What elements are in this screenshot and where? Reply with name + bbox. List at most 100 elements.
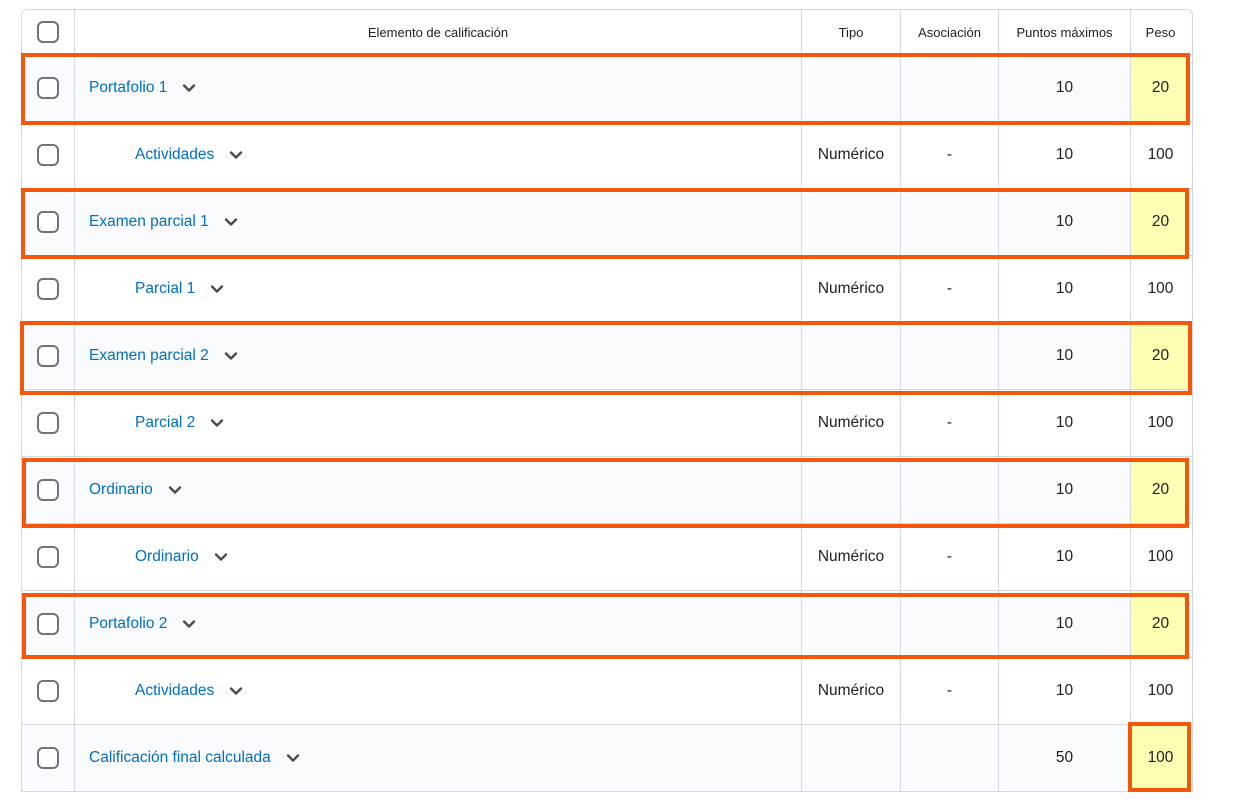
puntos-cell: 10 — [999, 457, 1131, 523]
peso-cell: 100 — [1131, 658, 1190, 724]
table-row: Parcial 2 Numérico - 10 100 — [22, 390, 1192, 457]
peso-value: 100 — [1147, 414, 1174, 431]
chevron-down-icon[interactable] — [181, 80, 197, 96]
grade-item-link[interactable]: Examen parcial 1 — [89, 213, 209, 231]
peso-value: 20 — [1151, 213, 1170, 230]
peso-cell: 100 — [1131, 390, 1190, 456]
grade-item-link[interactable]: Actividades — [135, 146, 214, 164]
asociacion-cell: - — [901, 390, 999, 456]
chevron-down-icon[interactable] — [213, 549, 229, 565]
name-cell: Actividades — [75, 658, 802, 724]
tipo-cell: Numérico — [802, 658, 901, 724]
row-checkbox[interactable] — [37, 77, 59, 99]
puntos-value: 10 — [1055, 615, 1074, 632]
peso-cell: 20 — [1131, 55, 1190, 121]
header-tipo[interactable]: Tipo — [802, 10, 901, 54]
grade-item-link[interactable]: Portafolio 1 — [89, 79, 167, 97]
asociacion-cell — [901, 591, 999, 657]
row-select-cell — [22, 390, 75, 456]
name-cell: Actividades — [75, 122, 802, 188]
peso-value: 20 — [1151, 347, 1170, 364]
puntos-value: 50 — [1055, 749, 1074, 766]
chevron-down-icon[interactable] — [228, 683, 244, 699]
peso-value: 100 — [1147, 749, 1174, 766]
chevron-down-icon[interactable] — [209, 415, 225, 431]
peso-cell: 100 — [1131, 256, 1190, 322]
asociacion-cell — [901, 189, 999, 255]
row-checkbox[interactable] — [37, 747, 59, 769]
row-checkbox[interactable] — [37, 144, 59, 166]
grade-item-link[interactable]: Examen parcial 2 — [89, 347, 209, 365]
peso-value: 20 — [1151, 615, 1170, 632]
puntos-cell: 10 — [999, 323, 1131, 389]
chevron-down-icon[interactable] — [228, 147, 244, 163]
puntos-cell: 10 — [999, 591, 1131, 657]
chevron-down-icon[interactable] — [285, 750, 301, 766]
asociacion-cell — [901, 323, 999, 389]
asociacion-cell — [901, 725, 999, 791]
puntos-cell: 10 — [999, 524, 1131, 590]
row-checkbox[interactable] — [37, 345, 59, 367]
grade-item-link[interactable]: Portafolio 2 — [89, 615, 167, 633]
grade-item-link[interactable]: Ordinario — [135, 548, 199, 566]
tipo-cell — [802, 725, 901, 791]
table-row: Parcial 1 Numérico - 10 100 — [22, 256, 1192, 323]
peso-cell: 20 — [1131, 591, 1190, 657]
puntos-value: 10 — [1055, 548, 1074, 565]
row-checkbox[interactable] — [37, 680, 59, 702]
row-checkbox[interactable] — [37, 546, 59, 568]
chevron-down-icon[interactable] — [181, 616, 197, 632]
asociacion-value: - — [946, 682, 953, 699]
grade-item-link[interactable]: Calificación final calculada — [89, 749, 271, 767]
tipo-cell — [802, 457, 901, 523]
table-row: Portafolio 2 10 20 — [22, 591, 1192, 658]
tipo-cell: Numérico — [802, 256, 901, 322]
header-elemento[interactable]: Elemento de calificación — [75, 10, 802, 54]
grade-item-link[interactable]: Parcial 1 — [135, 280, 195, 298]
name-cell: Calificación final calculada — [75, 725, 802, 791]
grade-item-link[interactable]: Actividades — [135, 682, 214, 700]
row-select-cell — [22, 658, 75, 724]
peso-value: 20 — [1151, 79, 1170, 96]
puntos-value: 10 — [1055, 347, 1074, 364]
grade-item-link[interactable]: Parcial 2 — [135, 414, 195, 432]
asociacion-value: - — [946, 146, 953, 163]
puntos-value: 10 — [1055, 79, 1074, 96]
row-checkbox[interactable] — [37, 412, 59, 434]
puntos-cell: 10 — [999, 256, 1131, 322]
row-checkbox[interactable] — [37, 278, 59, 300]
table-row: Calificación final calculada 50 100 — [22, 725, 1192, 792]
name-cell: Portafolio 1 — [75, 55, 802, 121]
asociacion-cell: - — [901, 256, 999, 322]
row-checkbox[interactable] — [37, 479, 59, 501]
puntos-cell: 10 — [999, 658, 1131, 724]
chevron-down-icon[interactable] — [223, 214, 239, 230]
row-select-cell — [22, 457, 75, 523]
row-checkbox[interactable] — [37, 613, 59, 635]
tipo-cell — [802, 323, 901, 389]
peso-value: 100 — [1147, 548, 1174, 565]
tipo-value: Numérico — [817, 548, 885, 565]
puntos-cell: 10 — [999, 390, 1131, 456]
tipo-cell: Numérico — [802, 122, 901, 188]
header-puntos-maximos[interactable]: Puntos máximos — [999, 10, 1131, 54]
chevron-down-icon[interactable] — [167, 482, 183, 498]
puntos-cell: 10 — [999, 189, 1131, 255]
asociacion-value: - — [946, 414, 953, 431]
name-cell: Portafolio 2 — [75, 591, 802, 657]
tipo-cell — [802, 591, 901, 657]
header-peso[interactable]: Peso — [1131, 10, 1190, 54]
name-cell: Ordinario — [75, 524, 802, 590]
grade-item-link[interactable]: Ordinario — [89, 481, 153, 499]
asociacion-cell: - — [901, 524, 999, 590]
header-asociacion[interactable]: Asociación — [901, 10, 999, 54]
chevron-down-icon[interactable] — [223, 348, 239, 364]
chevron-down-icon[interactable] — [209, 281, 225, 297]
row-select-cell — [22, 725, 75, 791]
row-checkbox[interactable] — [37, 211, 59, 233]
name-cell: Examen parcial 1 — [75, 189, 802, 255]
select-all-checkbox[interactable] — [37, 21, 59, 43]
row-select-cell — [22, 122, 75, 188]
peso-cell: 100 — [1131, 122, 1190, 188]
table-row: Ordinario 10 20 — [22, 457, 1192, 524]
